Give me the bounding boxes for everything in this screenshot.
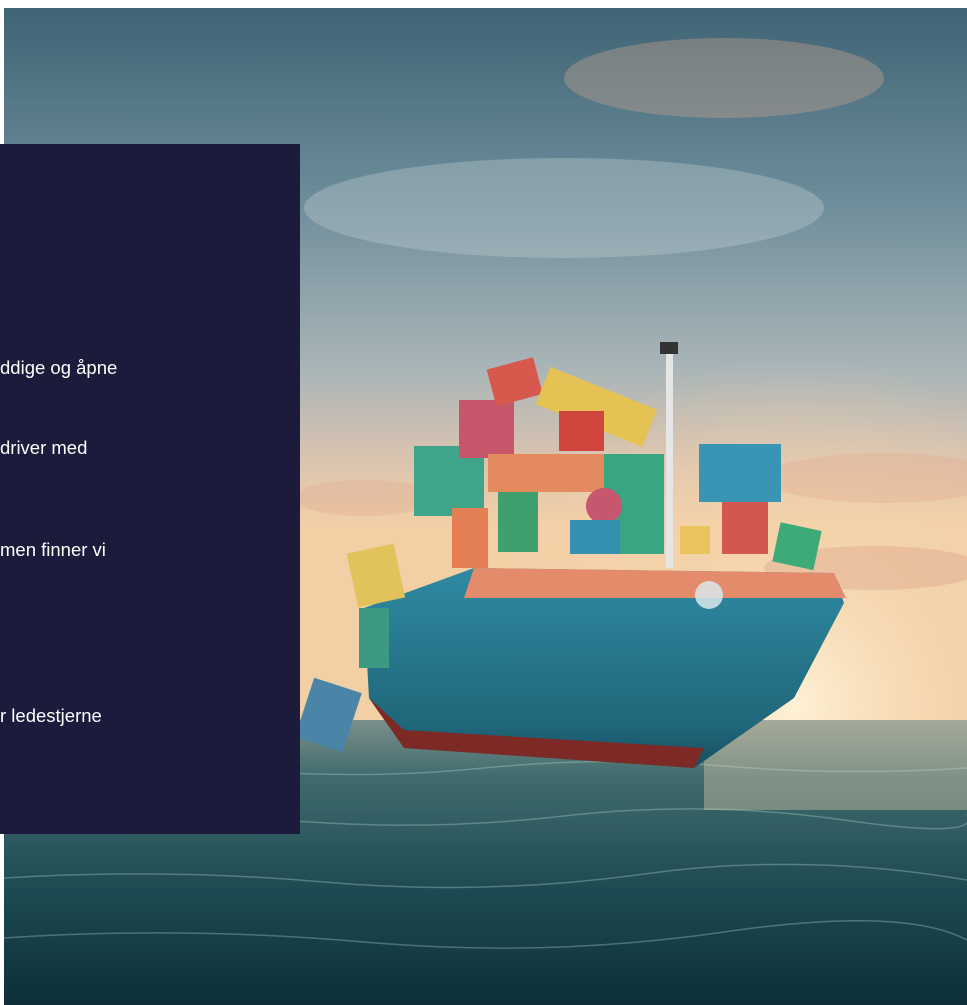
page: ddige og åpne driver med men finner vi r… <box>0 0 967 1005</box>
panel-text-line-2: driver med <box>0 437 88 458</box>
text-panel: ddige og åpne driver med men finner vi r… <box>0 144 300 834</box>
mast-light <box>660 342 678 354</box>
sun-reflection <box>704 720 967 810</box>
star-emblem <box>695 581 723 609</box>
ship-deck-rail <box>464 568 846 598</box>
panel-text-line-1: ddige og åpne <box>0 357 118 378</box>
panel-text-line-3: men finner vi <box>0 539 106 560</box>
panel-text-line-4: r ledestjerne <box>0 705 102 726</box>
ship-mast <box>666 348 673 568</box>
